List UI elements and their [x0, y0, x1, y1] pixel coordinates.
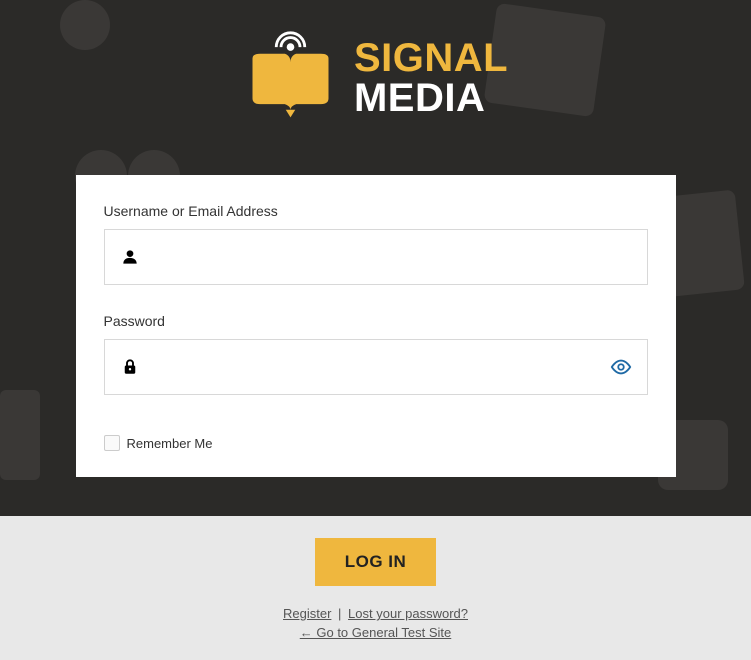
login-dark-panel: SIGNAL MEDIA Username or Email Address P…	[0, 0, 751, 516]
login-button[interactable]: LOG IN	[315, 538, 437, 586]
logo-text-line2: MEDIA	[354, 78, 485, 118]
login-form-card: Username or Email Address Password	[76, 175, 676, 477]
links-row: Register | Lost your password?	[0, 606, 751, 621]
remember-row: Remember Me	[104, 423, 648, 453]
logo-text: SIGNAL MEDIA	[354, 38, 508, 118]
register-link[interactable]: Register	[283, 606, 331, 621]
lost-password-link[interactable]: Lost your password?	[348, 606, 468, 621]
remember-label: Remember Me	[127, 436, 213, 451]
separator: |	[338, 606, 345, 621]
login-footer: LOG IN Register | Lost your password? ← …	[0, 516, 751, 660]
book-signal-icon	[243, 30, 338, 125]
show-password-icon[interactable]	[610, 356, 632, 378]
bg-decoration	[0, 390, 40, 480]
username-label: Username or Email Address	[104, 203, 648, 219]
password-label: Password	[104, 313, 648, 329]
logo-area: SIGNAL MEDIA	[0, 0, 751, 130]
back-to-site-link[interactable]: ← Go to General Test Site	[300, 625, 452, 640]
logo-text-line1: SIGNAL	[354, 38, 508, 78]
lock-icon	[120, 357, 140, 377]
username-field-wrap	[104, 229, 648, 285]
password-input[interactable]	[104, 339, 648, 395]
remember-checkbox[interactable]	[104, 435, 120, 451]
back-link-row: ← Go to General Test Site	[0, 625, 751, 640]
username-input[interactable]	[104, 229, 648, 285]
password-field-wrap	[104, 339, 648, 395]
user-icon	[120, 247, 140, 267]
brand-logo: SIGNAL MEDIA	[243, 30, 508, 125]
